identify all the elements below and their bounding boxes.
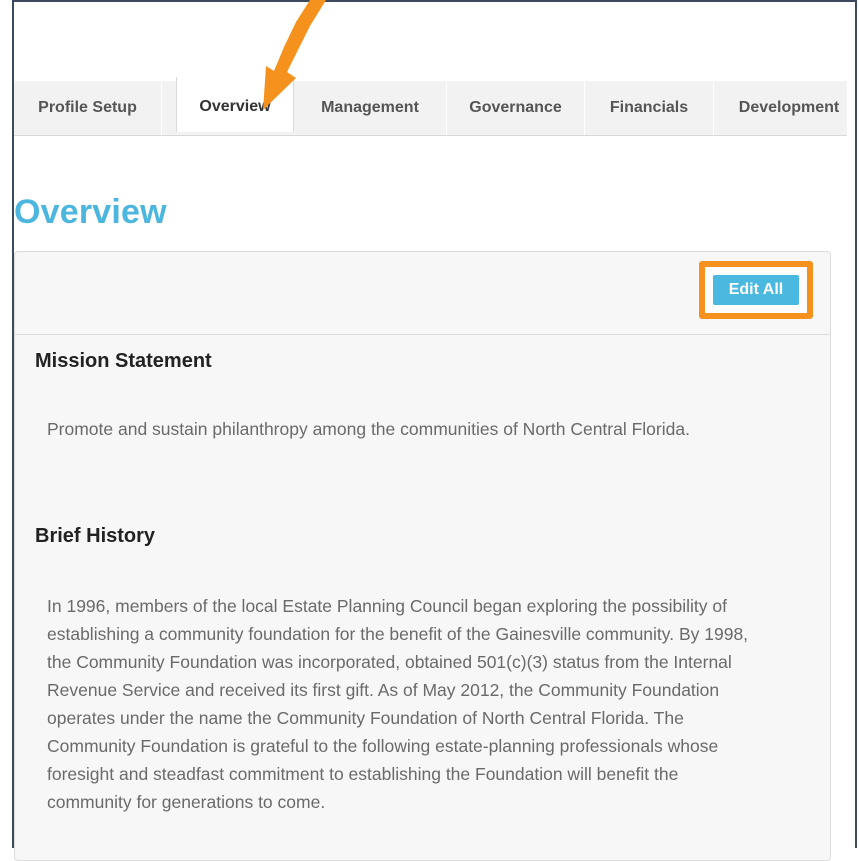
page-title: Overview (14, 193, 167, 231)
tab-financials[interactable]: Financials (585, 81, 714, 135)
edit-all-button[interactable]: Edit All (713, 275, 799, 305)
tab-development[interactable]: Development (714, 81, 859, 135)
orange-arrow-icon (263, 0, 326, 110)
tab-governance[interactable]: Governance (447, 81, 585, 135)
overview-panel: Edit All Mission Statement Promote and s… (14, 251, 831, 861)
mission-statement-heading: Mission Statement (35, 350, 212, 372)
tab-bar: Profile Setup Overview Management Govern… (14, 77, 847, 136)
brief-history-heading: Brief History (35, 525, 156, 547)
tab-profile-setup[interactable]: Profile Setup (14, 81, 162, 135)
mission-statement-text: Promote and sustain philanthropy among t… (47, 419, 690, 439)
brief-history-text: In 1996, members of the local Estate Pla… (47, 596, 749, 812)
panel-toolbar: Edit All (15, 252, 830, 335)
orange-highlight-box: Edit All (699, 261, 813, 319)
